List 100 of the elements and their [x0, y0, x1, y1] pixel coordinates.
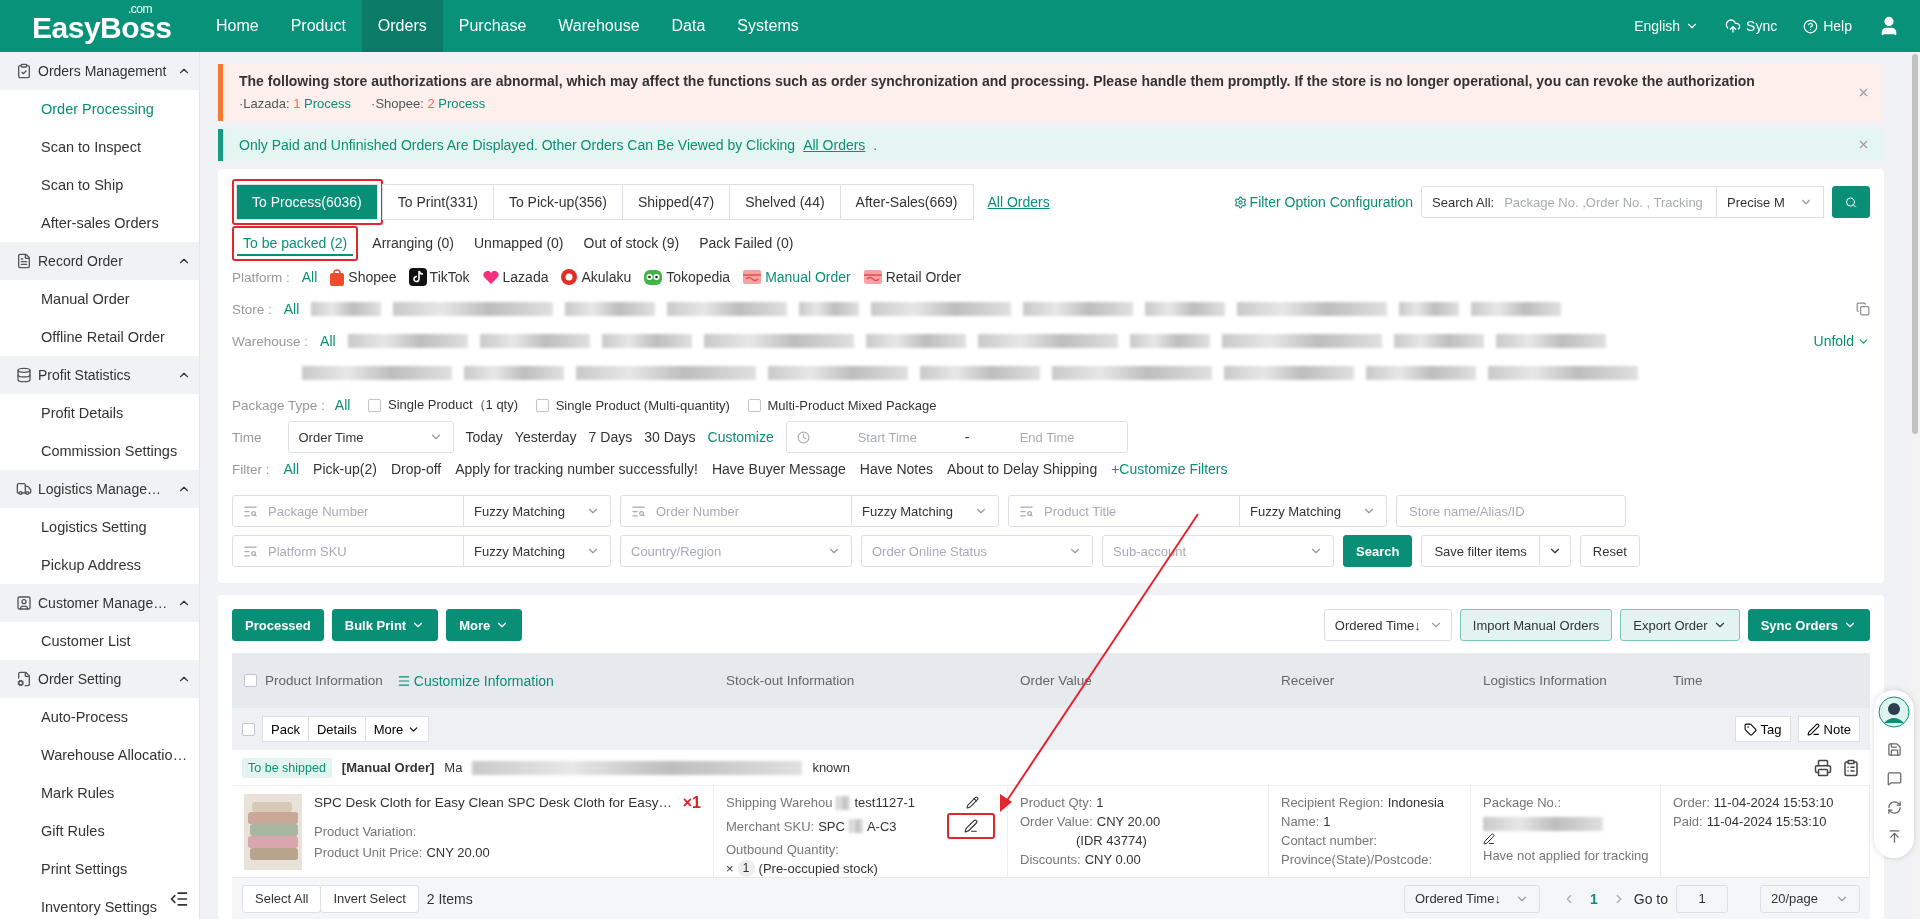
sidebar-group[interactable]: Order Setting: [0, 660, 199, 698]
filter-option[interactable]: Drop-off: [390, 461, 442, 477]
all-orders-link[interactable]: All Orders: [803, 134, 866, 156]
filter-option[interactable]: Have Buyer Message: [711, 461, 846, 477]
search-input[interactable]: Package Number: [266, 502, 446, 520]
sidebar-item[interactable]: Commission Settings: [0, 432, 199, 470]
batch-button[interactable]: Pack: [262, 716, 309, 742]
filter-option[interactable]: About to Delay Shipping: [946, 461, 1098, 477]
status-tab[interactable]: Shipped(47): [621, 184, 731, 220]
nav-item[interactable]: Orders: [361, 0, 443, 52]
sidebar-item[interactable]: Pickup Address: [0, 546, 199, 584]
match-select[interactable]: Fuzzy Matching: [463, 495, 611, 527]
toolbar-button[interactable]: More: [446, 609, 523, 641]
sidebar-item[interactable]: After-sales Orders: [0, 204, 199, 242]
close-icon[interactable]: [1857, 138, 1870, 151]
sidebar-item[interactable]: Mark Rules: [0, 774, 199, 812]
match-select[interactable]: Fuzzy Matching: [851, 495, 999, 527]
nav-item[interactable]: Systems: [721, 0, 815, 52]
toolbar-button[interactable]: Import Manual Orders: [1459, 609, 1613, 641]
clipboard-icon[interactable]: [1842, 758, 1860, 777]
platform-option[interactable]: All: [301, 269, 318, 285]
sidebar-item[interactable]: Scan to Ship: [0, 166, 199, 204]
toolbar-button[interactable]: Export Order: [1620, 609, 1740, 641]
platform-option[interactable]: Manual Order: [742, 269, 851, 285]
platform-option[interactable]: Tokopedia: [643, 268, 731, 286]
save-filter-button[interactable]: Save filter items: [1421, 535, 1540, 567]
platform-option[interactable]: Akulaku: [560, 268, 632, 286]
note-button[interactable]: Note: [1797, 716, 1860, 742]
sidebar-group[interactable]: Profit Statistics: [0, 356, 199, 394]
filter-option[interactable]: Pick-up(2): [313, 461, 377, 477]
page-input[interactable]: 1: [1676, 884, 1728, 913]
search-field[interactable]: Order Number: [620, 495, 852, 527]
status-tab[interactable]: Shelved (44): [729, 184, 841, 220]
sidebar-item[interactable]: Gift Rules: [0, 812, 199, 850]
copy-icon[interactable]: [1856, 302, 1870, 316]
search-input[interactable]: Product Title: [1042, 502, 1222, 520]
edit-icon[interactable]: [964, 819, 978, 833]
store-link[interactable]: ·Lazada: 1 Process: [239, 96, 352, 111]
save-icon[interactable]: [1886, 742, 1902, 757]
search-button[interactable]: Search: [1343, 535, 1413, 567]
start-date-input[interactable]: Start Time: [817, 428, 957, 446]
mode-select[interactable]: Precise M: [1716, 186, 1824, 218]
sort-select[interactable]: Ordered Time↓: [1403, 884, 1540, 913]
platform-option[interactable]: Lazada: [481, 268, 549, 286]
global-search-field[interactable]: Search All: Package No. ,Order No. , Tracking: [1421, 186, 1717, 218]
time-option[interactable]: 7 Days: [588, 429, 633, 445]
sidebar-item[interactable]: Profit Details: [0, 394, 199, 432]
time-option[interactable]: 30 Days: [644, 429, 696, 445]
status-tab[interactable]: After-Sales(669): [839, 184, 974, 220]
page-size-select[interactable]: 20/page: [1760, 884, 1860, 913]
checkbox[interactable]: [242, 722, 255, 736]
sidebar-item[interactable]: Logistics Setting: [0, 508, 199, 546]
batch-button[interactable]: More: [364, 716, 430, 742]
sort-select[interactable]: Ordered Time↓: [1323, 609, 1452, 641]
avatar-icon[interactable]: [1878, 696, 1910, 728]
all-option[interactable]: All: [334, 397, 351, 413]
toolbar-button[interactable]: Processed: [232, 609, 324, 641]
language-menu[interactable]: English: [1634, 18, 1700, 34]
sidebar-item[interactable]: Print Settings: [0, 850, 199, 888]
filter-option[interactable]: Apply for tracking number successfully!: [455, 461, 698, 477]
store-link[interactable]: ·Shopee: 2 Process: [371, 96, 486, 111]
unfold-link[interactable]: Unfold: [1813, 333, 1870, 349]
time-option[interactable]: Yesterday: [514, 429, 577, 445]
filter-option[interactable]: Have Notes: [859, 461, 933, 477]
time-select[interactable]: Order Time: [287, 421, 454, 453]
customize-filters-link[interactable]: +Customize Filters: [1111, 461, 1228, 477]
select-all-button[interactable]: Select All: [242, 884, 322, 913]
all-option[interactable]: All: [320, 333, 336, 349]
platform-option[interactable]: Retail Order: [862, 269, 962, 285]
sync-link[interactable]: Sync: [1725, 18, 1778, 34]
invert-select-button[interactable]: Invert Select: [320, 884, 419, 913]
end-date-input[interactable]: End Time: [977, 428, 1117, 446]
printer-icon[interactable]: [1814, 758, 1832, 777]
nav-item[interactable]: Home: [200, 0, 275, 52]
sidebar-group[interactable]: Customer Manage…: [0, 584, 199, 622]
package-type-checkbox[interactable]: Single Product（1 qty): [368, 396, 519, 414]
package-type-checkbox[interactable]: Multi-Product Mixed Package: [747, 397, 937, 413]
edit-icon[interactable]: [1483, 833, 1495, 845]
status-tab[interactable]: To Pick-up(356): [492, 184, 623, 220]
sub-tab[interactable]: Out of stock (9): [577, 230, 686, 256]
sub-tab[interactable]: Pack Failed (0): [693, 230, 800, 256]
checkbox[interactable]: [244, 674, 257, 687]
nav-item[interactable]: Warehouse: [542, 0, 656, 52]
toolbar-button[interactable]: Sync Orders: [1747, 609, 1870, 641]
nav-item[interactable]: Product: [274, 0, 362, 52]
filter-option[interactable]: All: [283, 461, 300, 477]
status-tab[interactable]: To Process(6036): [236, 184, 378, 220]
platform-option[interactable]: Shopee: [329, 268, 397, 286]
nav-item[interactable]: Data: [655, 0, 722, 52]
sidebar-item[interactable]: Inventory Settings: [0, 888, 199, 919]
collapse-icon[interactable]: [169, 889, 189, 909]
search-input[interactable]: Platform SKU: [266, 542, 446, 560]
refresh-icon[interactable]: [1886, 800, 1902, 815]
search-field[interactable]: Store name/Alias/ID: [1396, 495, 1626, 527]
time-option[interactable]: Today: [465, 429, 503, 445]
date-range-field[interactable]: Start Time - End Time: [785, 421, 1128, 453]
search-input[interactable]: Order Number: [654, 502, 834, 520]
search-field[interactable]: Package Number: [232, 495, 464, 527]
sidebar-item[interactable]: Manual Order: [0, 280, 199, 318]
tag-button[interactable]: Tag: [1734, 716, 1791, 742]
